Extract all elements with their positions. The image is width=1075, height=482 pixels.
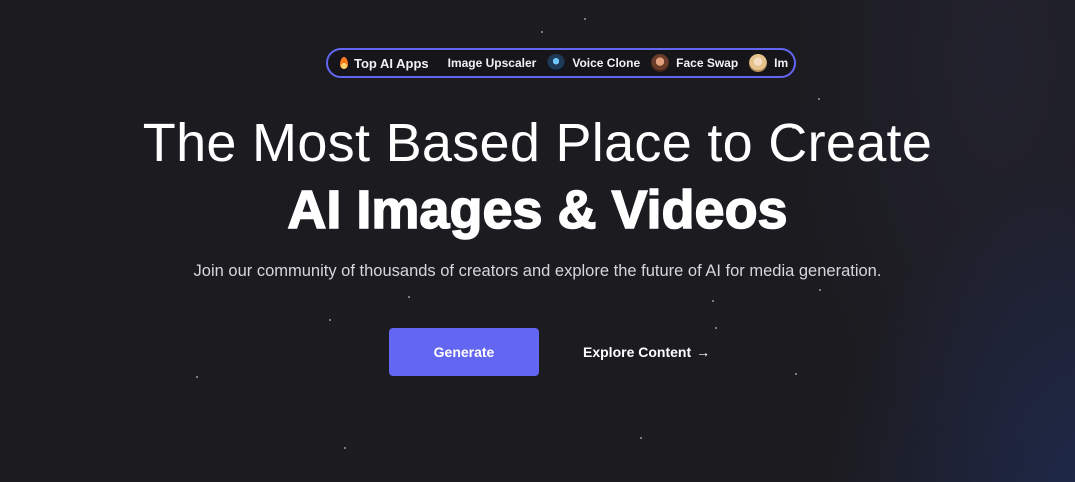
star-decoration xyxy=(819,289,821,291)
hero-subtitle: Join our community of thousands of creat… xyxy=(193,262,882,280)
face-swap-avatar-icon xyxy=(651,54,670,72)
flame-icon xyxy=(340,57,348,69)
star-decoration xyxy=(712,300,714,302)
app-link-label: Im xyxy=(774,56,789,70)
top-apps-label: Top AI Apps xyxy=(354,55,429,71)
app-link-label: Voice Clone xyxy=(572,56,641,70)
explore-content-link[interactable]: Explore Content → xyxy=(575,328,718,376)
hero-title-line1: The Most Based Place to Create xyxy=(142,113,933,173)
star-decoration xyxy=(795,373,797,375)
app-link-face-swap[interactable]: Face Swap xyxy=(651,54,738,72)
app-link-voice-clone[interactable]: Voice Clone xyxy=(547,54,640,72)
app-link-label: Face Swap xyxy=(676,56,739,70)
voice-clone-avatar-icon xyxy=(547,54,566,72)
explore-content-label: Explore Content xyxy=(583,344,692,360)
hero-title-line2: AI Images & Videos xyxy=(287,179,789,241)
app-link-label: Image Upscaler xyxy=(447,56,537,70)
top-apps-bar: Top AI Apps Image Upscaler Voice Clone F… xyxy=(326,48,796,78)
app-link-image-upscaler[interactable]: Image Upscaler xyxy=(448,56,537,70)
app-link-truncated[interactable]: Im xyxy=(749,54,788,72)
star-decoration xyxy=(196,376,198,378)
star-decoration xyxy=(344,447,346,449)
top-apps-lead[interactable]: Top AI Apps xyxy=(340,56,429,71)
star-decoration xyxy=(818,98,820,100)
arrow-right-icon: → xyxy=(696,344,711,360)
star-decoration xyxy=(584,18,586,20)
star-decoration xyxy=(640,437,642,439)
woman-avatar-icon xyxy=(749,54,768,72)
star-decoration xyxy=(329,319,331,321)
star-decoration xyxy=(541,31,543,33)
star-decoration xyxy=(408,296,410,298)
generate-button[interactable]: Generate xyxy=(389,328,539,376)
